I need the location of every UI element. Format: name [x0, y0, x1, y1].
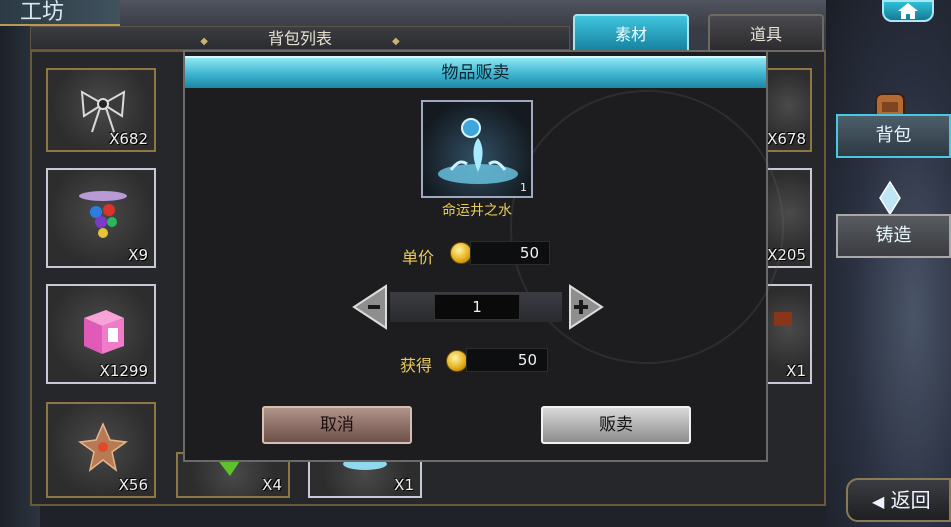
diamond-icon: ◆: [392, 36, 400, 47]
back-label: 返回: [890, 488, 931, 512]
back-button[interactable]: ◀ 返回: [846, 478, 951, 522]
inventory-slot[interactable]: X1: [766, 284, 812, 384]
jeweled-amulet-icon: [79, 191, 127, 238]
plus-button[interactable]: [568, 284, 604, 330]
right-backdrop: [826, 0, 951, 527]
minus-button[interactable]: [352, 284, 388, 330]
item-quantity: X4: [262, 476, 282, 494]
inventory-slot[interactable]: X9: [46, 168, 156, 268]
gold-coin-icon: [450, 242, 472, 264]
inventory-slot[interactable]: X1299: [46, 284, 156, 384]
item-preview: 1: [421, 100, 533, 198]
inventory-slot[interactable]: X682: [46, 68, 156, 152]
tab-props[interactable]: 道具: [708, 14, 824, 52]
gold-coin-icon: [446, 350, 468, 372]
red-gem-icon: [774, 312, 792, 326]
pink-cube-icon: [84, 310, 124, 354]
tab-materials[interactable]: 素材: [573, 14, 689, 52]
list-header-label: 背包列表: [267, 29, 332, 48]
ember-crystal-icon: [78, 422, 128, 472]
item-quantity: X1299: [99, 362, 148, 380]
inventory-slot[interactable]: X678: [766, 68, 812, 152]
back-arrow-icon: ◀: [872, 492, 885, 511]
home-icon: [898, 3, 918, 19]
sell-button[interactable]: 贩卖: [541, 406, 691, 444]
unit-price-value: 50: [470, 241, 550, 265]
item-quantity: X56: [118, 476, 148, 494]
item-quantity: X1: [786, 362, 806, 380]
item-count: 1: [520, 181, 527, 194]
watermark-emblem: [510, 90, 784, 364]
home-button[interactable]: [882, 0, 934, 22]
list-header: ◆ 背包列表 ◆: [30, 26, 570, 50]
screen-title: 工坊: [0, 0, 120, 26]
item-quantity: X9: [128, 246, 148, 264]
earn-value: 50: [466, 348, 548, 372]
dialog-title: 物品贩卖: [185, 56, 766, 88]
inventory-slot[interactable]: X56: [46, 402, 156, 498]
item-quantity: X1: [394, 476, 414, 494]
crystal-forge-icon: [879, 180, 901, 216]
earn-label: 获得: [400, 356, 433, 375]
side-nav-forge[interactable]: 铸造: [836, 214, 951, 258]
item-name: 命运井之水: [442, 203, 512, 219]
diamond-icon: ◆: [200, 36, 208, 47]
bow-icon: [80, 90, 126, 133]
quantity-input[interactable]: 1: [434, 294, 520, 320]
item-quantity: X682: [109, 130, 148, 148]
water-splash-icon: [438, 118, 518, 184]
unit-price-label: 单价: [402, 248, 435, 267]
item-quantity: X678: [767, 130, 806, 148]
side-nav-backpack[interactable]: 背包: [836, 114, 951, 158]
cancel-button[interactable]: 取消: [262, 406, 412, 444]
